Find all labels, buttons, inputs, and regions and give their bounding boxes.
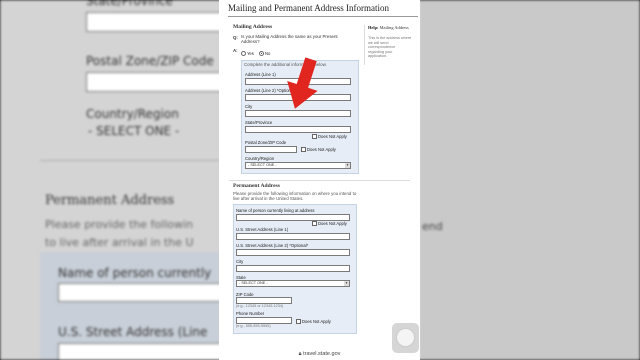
perm-name-label: Name of person currently living at addre… <box>236 208 315 213</box>
zip-label: Postal Zone/ZIP Code <box>245 140 287 145</box>
bg-country-select: - SELECT ONE - <box>88 124 180 138</box>
bg-country-label: Country/Region <box>86 107 179 121</box>
bg-please-1: Please provide the followin <box>45 218 194 231</box>
perm-name-dna-label: Does Not Apply <box>318 221 347 226</box>
perm-street2-input[interactable] <box>236 249 350 256</box>
assistive-touch-button[interactable] <box>392 323 419 353</box>
city-label: City <box>245 104 253 109</box>
bg-divider <box>40 160 220 161</box>
bg-end-label: end <box>422 220 443 233</box>
perm-phone-hint: (e.g., 555-555-5555) <box>236 324 271 328</box>
addr1-label: Address (Line 1) <box>245 72 276 77</box>
mailing-heading: Mailing Address <box>233 24 273 30</box>
perm-name-input[interactable] <box>236 214 350 221</box>
assistive-touch-icon <box>397 329 414 346</box>
radio-yes[interactable] <box>241 51 246 56</box>
zip-input[interactable] <box>245 146 297 153</box>
permanent-heading: Permanent Address <box>233 183 280 189</box>
perm-street1-input[interactable] <box>236 233 350 240</box>
zip-dna-checkbox[interactable] <box>301 147 306 152</box>
perm-zip-input[interactable] <box>236 297 292 304</box>
bg-state-label: State/Province <box>86 0 173 8</box>
country-select[interactable]: - SELECT ONE - ▾ <box>245 162 351 169</box>
state-dna-label: Does Not Apply <box>318 134 347 139</box>
bg-please-2: to live after arrival in the U <box>45 236 194 249</box>
perm-phone-input[interactable] <box>236 317 292 324</box>
perm-name-dna-checkbox[interactable] <box>312 221 317 226</box>
perm-city-label: City <box>236 259 244 264</box>
bg-street-field <box>58 343 225 360</box>
state-dna-checkbox[interactable] <box>312 134 317 139</box>
q-prefix: Q: <box>233 35 238 40</box>
help-text: This is the address where we will send c… <box>368 36 412 59</box>
chevron-down-icon: ▾ <box>344 281 349 286</box>
help-panel: Help: Mailing Address This is the addres… <box>364 25 415 65</box>
phone-screen: Mailing and Permanent Address Informatio… <box>219 0 420 360</box>
bg-zip-field <box>86 72 238 92</box>
lock-icon: 🔒︎ <box>298 351 302 357</box>
perm-phone-dna-checkbox[interactable] <box>296 319 301 324</box>
browser-url: travel.state.gov <box>303 351 341 357</box>
permanent-intro: Please provide the following information… <box>233 191 357 202</box>
red-arrow-icon <box>287 57 318 109</box>
country-select-value: - SELECT ONE - <box>248 163 277 167</box>
radio-yes-label: Yes <box>247 51 254 56</box>
help-title-text: Mailing Address <box>379 25 409 30</box>
perm-state-select-value: - SELECT ONE - <box>239 281 268 285</box>
bg-name-label: Name of person currently <box>58 266 212 280</box>
section-divider <box>229 180 410 181</box>
perm-phone-label: Phone Number <box>236 311 265 316</box>
perm-state-select[interactable]: - SELECT ONE - ▾ <box>236 280 350 287</box>
page-title: Mailing and Permanent Address Informatio… <box>228 3 389 13</box>
bg-name-field <box>58 283 225 302</box>
perm-city-input[interactable] <box>236 265 350 272</box>
perm-zip-hint: (e.g., 12345 or 12345-1234) <box>236 304 284 308</box>
state-label: State/Province <box>245 120 273 125</box>
chevron-down-icon: ▾ <box>345 163 350 168</box>
title-rule <box>228 16 418 17</box>
radio-no-label: No <box>265 51 271 56</box>
a-prefix: A: <box>233 48 238 53</box>
mailing-question: Is your Mailing Address the same as your… <box>241 34 338 45</box>
help-title-prefix: Help: <box>368 25 379 30</box>
perm-street2-label: U.S. Street Address (Line 2) *Optional* <box>236 243 309 248</box>
perm-phone-dna-label: Does Not Apply <box>302 319 331 324</box>
help-title: Help: Mailing Address <box>365 25 415 30</box>
state-input[interactable] <box>245 126 351 133</box>
bg-state-field <box>86 12 238 32</box>
bg-zip-label: Postal Zone/ZIP Code <box>86 54 214 68</box>
perm-street1-label: U.S. Street Address (Line 1) <box>236 227 289 232</box>
bg-right-panel: end <box>420 0 640 360</box>
bg-permanent-heading: Permanent Address <box>45 193 175 208</box>
radio-no[interactable] <box>259 51 264 56</box>
zip-dna-label: Does Not Apply <box>307 147 336 152</box>
bg-street-label: U.S. Street Address (Line <box>58 325 208 339</box>
country-label: Country/Region <box>245 156 275 161</box>
browser-url-bar[interactable]: 🔒︎ travel.state.gov <box>219 348 420 360</box>
